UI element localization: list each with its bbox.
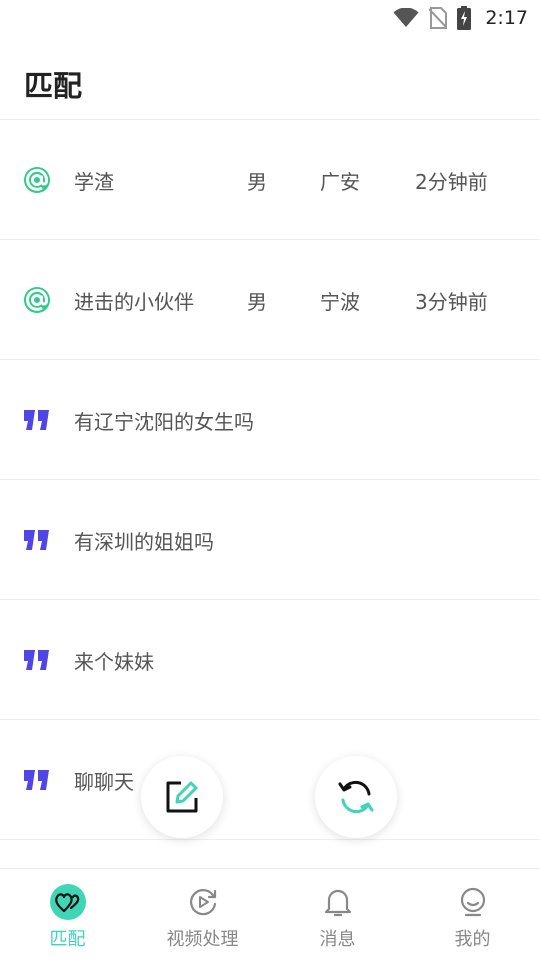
- status-icons: 2:17: [393, 5, 528, 31]
- tab-label: 消息: [319, 929, 356, 950]
- status-bar: 2:17: [0, 0, 540, 36]
- post-title: 学渣: [74, 170, 114, 194]
- battery-charging-icon: [457, 6, 472, 30]
- tab-messages[interactable]: 消息: [270, 869, 405, 960]
- at-icon: [24, 167, 50, 193]
- post-city: 广安: [320, 170, 360, 194]
- refresh-button[interactable]: [315, 756, 397, 838]
- tab-label: 视频处理: [166, 929, 239, 950]
- match-list: 学渣 男 广安 2分钟前 进击的小伙伴 男 宁波 3分钟前 有辽宁沈阳的女生吗 …: [0, 120, 540, 840]
- list-item[interactable]: 来个妹妹: [0, 600, 540, 720]
- page-title: 匹配: [24, 69, 83, 103]
- refresh-icon: [338, 780, 374, 814]
- post-gender: 男: [247, 290, 267, 314]
- wifi-icon: [393, 8, 419, 27]
- quote-icon: [24, 770, 49, 790]
- tab-label: 匹配: [49, 929, 86, 950]
- post-city: 宁波: [320, 290, 360, 314]
- quote-icon: [24, 410, 49, 430]
- post-gender: 男: [247, 170, 267, 194]
- post-title: 来个妹妹: [74, 650, 154, 674]
- list-item[interactable]: 有深圳的姐姐吗: [0, 480, 540, 600]
- list-item[interactable]: 进击的小伙伴 男 宁波 3分钟前: [0, 240, 540, 360]
- post-title: 有辽宁沈阳的女生吗: [74, 410, 254, 434]
- post-time: 2分钟前: [415, 170, 488, 194]
- quote-icon: [24, 650, 49, 670]
- at-icon: [24, 287, 50, 313]
- hearts-icon: [49, 883, 87, 921]
- tab-profile[interactable]: 我的: [405, 869, 540, 960]
- tab-video[interactable]: 视频处理: [135, 869, 270, 960]
- bell-icon: [319, 883, 357, 921]
- post-time: 3分钟前: [415, 290, 488, 314]
- tab-label: 我的: [454, 929, 491, 950]
- quote-icon: [24, 530, 49, 550]
- video-replay-icon: [184, 883, 222, 921]
- list-item[interactable]: 有辽宁沈阳的女生吗: [0, 360, 540, 480]
- list-item[interactable]: 学渣 男 广安 2分钟前: [0, 120, 540, 240]
- edit-icon: [166, 781, 198, 813]
- tab-match[interactable]: 匹配: [0, 869, 135, 960]
- header: 匹配: [0, 36, 540, 120]
- post-title: 进击的小伙伴: [74, 290, 194, 314]
- list-item[interactable]: 聊聊天: [0, 720, 540, 840]
- status-time: 2:17: [485, 7, 528, 29]
- post-title: 聊聊天: [74, 770, 134, 794]
- profile-icon: [454, 883, 492, 921]
- compose-button[interactable]: [141, 756, 223, 838]
- post-title: 有深圳的姐姐吗: [74, 530, 214, 554]
- no-sim-icon: [429, 7, 448, 29]
- bottom-tab-bar: 匹配 视频处理 消息 我的: [0, 868, 540, 960]
